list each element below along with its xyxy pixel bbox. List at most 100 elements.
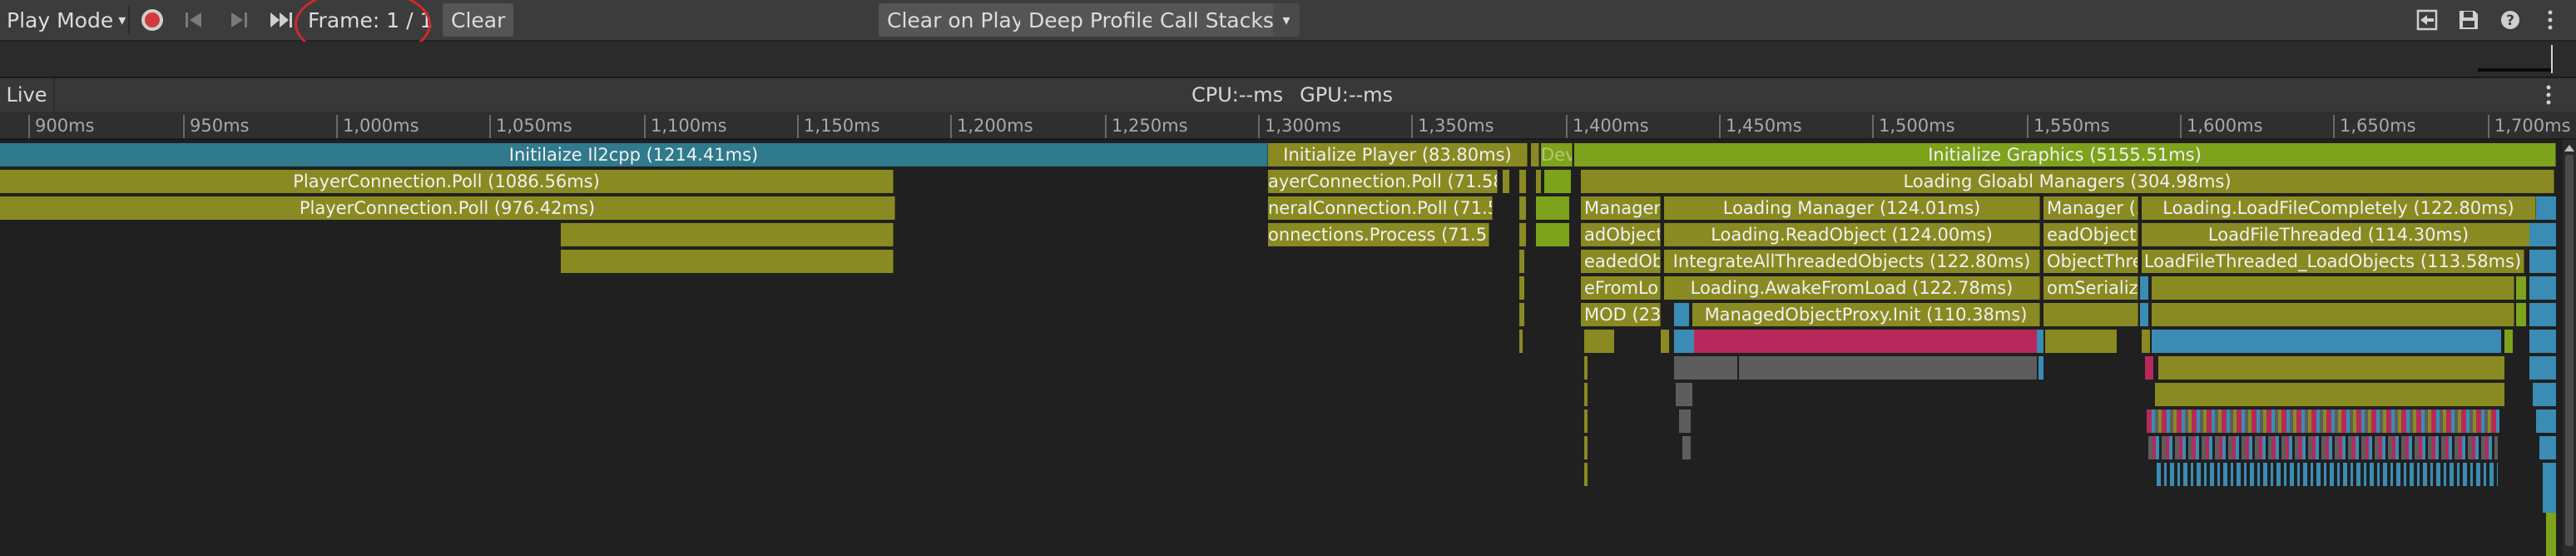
sample-loading-manager[interactable]: Loading Manager (124.01ms) (1664, 196, 2040, 220)
sample-block[interactable] (2516, 303, 2526, 326)
sample-block[interactable] (2157, 463, 2498, 486)
sample-block[interactable] (1584, 383, 1588, 406)
more-options-button[interactable] (2534, 4, 2566, 36)
sample-loading-global-managers[interactable]: Loading Gloabl Managers (304.98ms) (1581, 170, 2554, 193)
sample-player-connection-poll[interactable]: PlayerConnection.Poll (976.42ms) (0, 196, 895, 220)
sample-block[interactable] (2529, 330, 2556, 353)
sample-block[interactable] (1519, 303, 1524, 326)
play-mode-dropdown[interactable]: Play Mode ▾ (7, 3, 126, 37)
sample-loading-read-object[interactable]: Loading.ReadObject (124.00ms) (1664, 223, 2040, 246)
sample-block[interactable] (1674, 330, 1694, 353)
sample-block[interactable] (2140, 303, 2148, 326)
sample-block[interactable] (1536, 223, 1569, 246)
sample-block[interactable] (1682, 436, 1691, 459)
sample-block[interactable] (1503, 170, 1509, 193)
sample-load-file-threaded-load-objects[interactable]: LoadFileThreaded_LoadObjects (113.58ms) (2142, 250, 2524, 273)
sample-block[interactable] (2152, 330, 2501, 353)
sample-initialize-player[interactable]: Initialize Player (83.80ms) (1268, 143, 1528, 166)
scroll-up-arrow[interactable] (2564, 145, 2574, 151)
sample-block[interactable] (2529, 276, 2556, 300)
sample-block[interactable] (2536, 196, 2556, 220)
call-stacks-dropdown[interactable]: ▾ (1273, 3, 1300, 37)
sample-block[interactable] (1519, 276, 1524, 300)
timeline-vertical-scrollbar[interactable] (2563, 140, 2576, 556)
sample-read-object[interactable]: eadObject ( (2043, 223, 2138, 246)
record-button[interactable] (136, 4, 168, 36)
sample-loading-awake-from-load[interactable]: Loading.AwakeFromLoad (122.78ms) (1664, 276, 2040, 300)
sample-block[interactable] (1519, 330, 1523, 353)
sample-block[interactable] (1584, 410, 1588, 433)
sample-block[interactable] (2037, 330, 2043, 353)
sample-player-connection-poll[interactable]: PlayerConnection.Poll (1086.56ms) (0, 170, 894, 193)
sample-dev[interactable]: Dev (1541, 143, 1573, 166)
next-frame-button[interactable] (223, 4, 255, 36)
sample-om-serialized[interactable]: omSerialized (2043, 276, 2138, 300)
sample-block[interactable] (1674, 303, 1689, 326)
sample-connections-process[interactable]: onnections.Process (71.57m (1268, 223, 1489, 246)
sample-block[interactable] (1519, 170, 1526, 193)
sample-managed-object-proxy-init[interactable]: ManagedObjectProxy.Init (110.38ms) (1692, 303, 2040, 326)
sample-block[interactable] (1536, 196, 1569, 220)
sample-block[interactable] (1544, 170, 1571, 193)
timeline-options-button[interactable] (2544, 83, 2561, 107)
load-button[interactable] (2411, 4, 2443, 36)
sample-block[interactable] (1739, 356, 2037, 380)
sample-block[interactable] (2516, 276, 2526, 300)
sample-block[interactable] (2529, 250, 2556, 273)
current-frame-button[interactable] (266, 4, 298, 36)
sample-read-object[interactable]: adObject (1581, 223, 1661, 246)
sample-player-connection-poll[interactable]: ayerConnection.Poll (71.58m (1268, 170, 1498, 193)
sample-block[interactable] (2155, 383, 2504, 406)
sample-block[interactable] (1661, 330, 1669, 353)
sample-block[interactable] (2546, 513, 2556, 556)
sample-block[interactable] (1679, 410, 1691, 433)
sample-load-file-threaded[interactable]: LoadFileThreaded (114.30ms) (2142, 223, 2536, 246)
sample-block[interactable] (1584, 436, 1588, 459)
sample-threaded-object[interactable]: eadedObj (1581, 250, 1661, 273)
sample-block[interactable] (1536, 170, 1541, 193)
sample-block[interactable] (561, 223, 894, 246)
sample-block[interactable] (2152, 276, 2514, 300)
live-button[interactable]: Live (0, 78, 55, 112)
scrollbar-thumb[interactable] (2565, 155, 2574, 546)
sample-block[interactable] (1674, 356, 1694, 380)
sample-block[interactable] (2539, 436, 2556, 459)
timeline-view[interactable]: Initilaize Il2cpp (1214.41ms) Initialize… (0, 140, 2563, 556)
sample-block[interactable] (1519, 196, 1526, 220)
sample-block[interactable] (1694, 330, 2037, 353)
sample-block[interactable] (2529, 303, 2556, 326)
sample-awake-from-load[interactable]: eFromLo (1581, 276, 1661, 300)
sample-block[interactable] (2533, 383, 2556, 406)
sample-initialize-graphics[interactable]: Initialize Graphics (5155.51ms) (1574, 143, 2556, 166)
save-button[interactable] (2453, 4, 2484, 36)
sample-block[interactable] (2145, 356, 2153, 380)
sample-block[interactable] (561, 250, 894, 273)
help-button[interactable]: ? (2494, 4, 2526, 36)
sample-block[interactable] (2158, 356, 2504, 380)
sample-block[interactable] (2152, 303, 2514, 326)
sample-block[interactable] (1531, 143, 1539, 166)
call-stacks-toggle[interactable]: Call Stacks (1152, 3, 1282, 37)
sample-block[interactable] (1676, 383, 1692, 406)
sample-manager[interactable]: Manager ( (1581, 196, 1661, 220)
deep-profile-toggle[interactable]: Deep Profile (1020, 3, 1163, 37)
sample-block[interactable] (2140, 276, 2148, 300)
sample-block[interactable] (2536, 410, 2556, 433)
sample-block[interactable] (1519, 223, 1526, 246)
sample-block[interactable] (2529, 356, 2556, 380)
time-ruler[interactable]: 900ms 950ms 1,000ms 1,050ms 1,100ms 1,15… (0, 112, 2576, 140)
sample-block[interactable] (2147, 410, 2499, 433)
sample-block[interactable] (1584, 330, 1614, 353)
clear-on-play-toggle[interactable]: Clear on Play (879, 3, 1033, 37)
sample-block[interactable] (2045, 330, 2117, 353)
sample-integrate-all-threaded-objects[interactable]: IntegrateAllThreadedObjects (122.80ms) (1664, 250, 2040, 273)
sample-manager[interactable]: Manager (3 (2043, 196, 2138, 220)
sample-block[interactable] (2148, 436, 2498, 459)
sample-block[interactable] (1584, 463, 1588, 486)
sample-block[interactable] (2504, 330, 2513, 353)
sample-initialize-il2cpp[interactable]: Initilaize Il2cpp (1214.41ms) (0, 143, 1268, 166)
sample-block[interactable] (2529, 223, 2556, 246)
clear-button[interactable]: Clear (443, 3, 514, 37)
sample-general-connection-poll[interactable]: neralConnection.Poll (71.57r (1268, 196, 1493, 220)
sample-mod[interactable]: MOD (23.5 (1581, 303, 1661, 326)
